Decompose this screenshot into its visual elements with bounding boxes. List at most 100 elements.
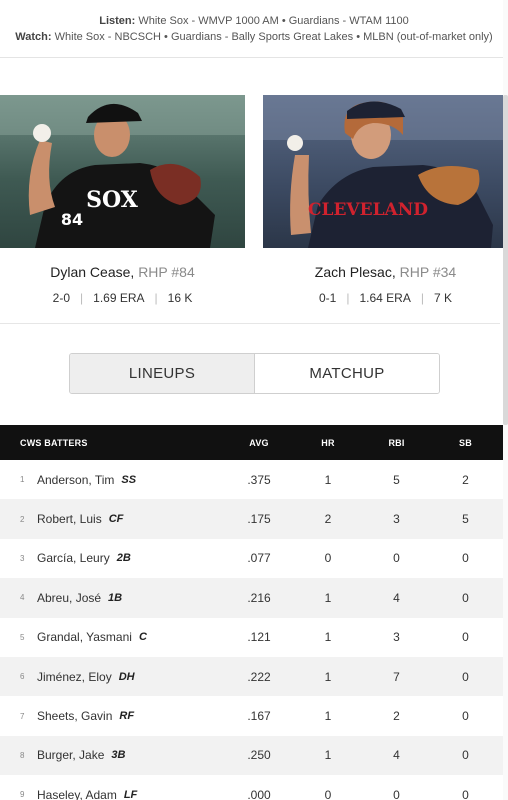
batter-cell: 6 Jiménez, Eloy DH (0, 670, 228, 684)
pitcher-stats: 0-1 | 1.64 ERA | 7 K (263, 291, 508, 305)
pitcher-card-home: CLEVELAND Zach Plesac, RHP #34 0-1 | 1.6… (263, 95, 508, 305)
jersey-logo: CLEVELAND (308, 200, 428, 220)
rbi-cell: 7 (393, 669, 400, 684)
view-tabs: LINEUPS MATCHUP (69, 353, 440, 394)
table-row: 8 Burger, Jake 3B .250 1 4 0 (0, 735, 504, 776)
batter-name[interactable]: Grandal, Yasmani (37, 630, 132, 644)
hr-cell: 2 (324, 512, 332, 527)
probable-pitchers: SOX 84 Dylan Cease, RHP #84 2-0 | 1.69 E… (0, 95, 508, 325)
batter-cell: 5 Grandal, Yasmani C (0, 630, 228, 644)
table-row: 7 Sheets, Gavin RF .167 1 2 0 (0, 696, 504, 735)
pitcher-role: RHP #84 (138, 264, 195, 280)
table-row: 2 Robert, Luis CF .175 2 3 5 (0, 499, 504, 539)
batter-name[interactable]: Abreu, José (37, 591, 101, 605)
batting-order: 3 (20, 553, 25, 563)
pitcher-record: 2-0 (52, 291, 71, 305)
rbi-cell: 4 (393, 748, 400, 763)
sb-cell: 0 (462, 551, 469, 566)
listen-text: White Sox - WMVP 1000 AM • Guardians - W… (138, 15, 409, 27)
hr-cell: 0 (324, 787, 332, 800)
pitcher-photo: CLEVELAND (263, 95, 508, 248)
sb-cell: 0 (462, 590, 469, 605)
avg-cell: .121 (247, 630, 271, 645)
batter-cell: 1 Anderson, Tim SS (0, 473, 228, 487)
avg-cell: .077 (247, 551, 271, 566)
table-row: 5 Grandal, Yasmani C .121 1 3 0 (0, 618, 504, 657)
batting-order: 5 (20, 632, 25, 642)
avg-cell: .250 (247, 748, 271, 763)
rbi-cell: 3 (393, 630, 400, 645)
batter-position: SS (121, 473, 137, 486)
batter-cell: 4 Abreu, José 1B (0, 591, 228, 605)
batter-cell: 3 García, Leury 2B (0, 551, 228, 565)
scrollbar-track[interactable] (503, 0, 508, 800)
table-body: 1 Anderson, Tim SS .375 1 5 2 2 Robert, … (0, 460, 504, 800)
batter-position: DH (118, 670, 135, 683)
scrollbar-thumb[interactable] (503, 95, 508, 425)
rbi-cell: 5 (393, 472, 400, 487)
watch-label: Watch: (15, 31, 52, 43)
batter-name[interactable]: García, Leury (37, 551, 110, 565)
pitcher-name[interactable]: Zach Plesac, RHP #34 (263, 264, 508, 280)
batter-name[interactable]: Sheets, Gavin (37, 709, 112, 723)
separator: | (80, 291, 84, 305)
batter-name[interactable]: Anderson, Tim (37, 473, 114, 487)
batting-order: 6 (20, 672, 25, 682)
jersey-logo: SOX (86, 187, 139, 213)
table-row: 4 Abreu, José 1B .216 1 4 0 (0, 578, 504, 618)
rbi-cell: 2 (393, 709, 400, 724)
batter-cell: 7 Sheets, Gavin RF (0, 709, 228, 723)
batter-name[interactable]: Jiménez, Eloy (37, 670, 112, 684)
jersey-number: 84 (61, 210, 83, 229)
header-rbi[interactable]: RBI (366, 438, 427, 448)
header-batters: CWS BATTERS (20, 437, 88, 448)
rbi-cell: 0 (393, 551, 400, 566)
avg-cell: .375 (247, 472, 271, 487)
batter-position: LF (123, 788, 138, 800)
tab-matchup[interactable]: MATCHUP (255, 354, 439, 393)
pitcher-photo: SOX 84 (0, 95, 245, 248)
table-header: CWS BATTERS AVG HR RBI SB (0, 425, 504, 460)
batter-position: 2B (116, 552, 131, 565)
header-hr[interactable]: HR (290, 438, 366, 448)
avg-cell: .000 (247, 787, 271, 800)
batter-position: RF (119, 710, 135, 723)
sb-cell: 0 (462, 787, 469, 800)
table-row: 9 Haseley, Adam LF .000 0 0 0 (0, 775, 504, 800)
header-sb[interactable]: SB (427, 438, 504, 448)
avg-cell: .175 (247, 512, 271, 527)
pitcher-stats: 2-0 | 1.69 ERA | 16 K (0, 291, 245, 305)
batter-position: 3B (111, 749, 126, 762)
pitcher-strikeouts: 7 K (433, 291, 452, 305)
watch-line: Watch: White Sox - NBCSCH • Guardians - … (0, 29, 508, 45)
broadcast-info: Listen: White Sox - WMVP 1000 AM • Guard… (0, 0, 508, 58)
pitcher-name[interactable]: Dylan Cease, RHP #84 (0, 264, 245, 280)
batter-name[interactable]: Robert, Luis (37, 512, 102, 526)
sb-cell: 0 (462, 669, 469, 684)
pitcher-name-text: Dylan Cease, (50, 264, 135, 280)
pitcher-role: RHP #34 (399, 264, 457, 280)
hr-cell: 1 (324, 590, 332, 605)
pitcher-card-away: SOX 84 Dylan Cease, RHP #84 2-0 | 1.69 E… (0, 95, 245, 305)
separator: | (346, 291, 350, 305)
pitcher-strikeouts: 16 K (167, 291, 193, 305)
rbi-cell: 3 (393, 512, 400, 527)
batter-cell: 2 Robert, Luis CF (0, 512, 228, 526)
batting-order: 9 (20, 790, 25, 800)
rbi-cell: 4 (393, 590, 400, 605)
separator: | (420, 291, 424, 305)
batter-name[interactable]: Haseley, Adam (37, 788, 117, 800)
sb-cell: 0 (462, 709, 469, 724)
batter-cell: 8 Burger, Jake 3B (0, 748, 228, 762)
pitcher-era: 1.69 ERA (93, 291, 145, 305)
avg-cell: .167 (247, 709, 271, 724)
listen-line: Listen: White Sox - WMVP 1000 AM • Guard… (0, 13, 508, 29)
hr-cell: 1 (324, 630, 332, 645)
separator: | (154, 291, 158, 305)
tab-lineups[interactable]: LINEUPS (70, 354, 255, 393)
header-avg[interactable]: AVG (228, 438, 290, 448)
batter-name[interactable]: Burger, Jake (37, 748, 104, 762)
batter-position: 1B (108, 591, 123, 604)
batter-position: C (138, 631, 147, 644)
hr-cell: 0 (324, 551, 332, 566)
